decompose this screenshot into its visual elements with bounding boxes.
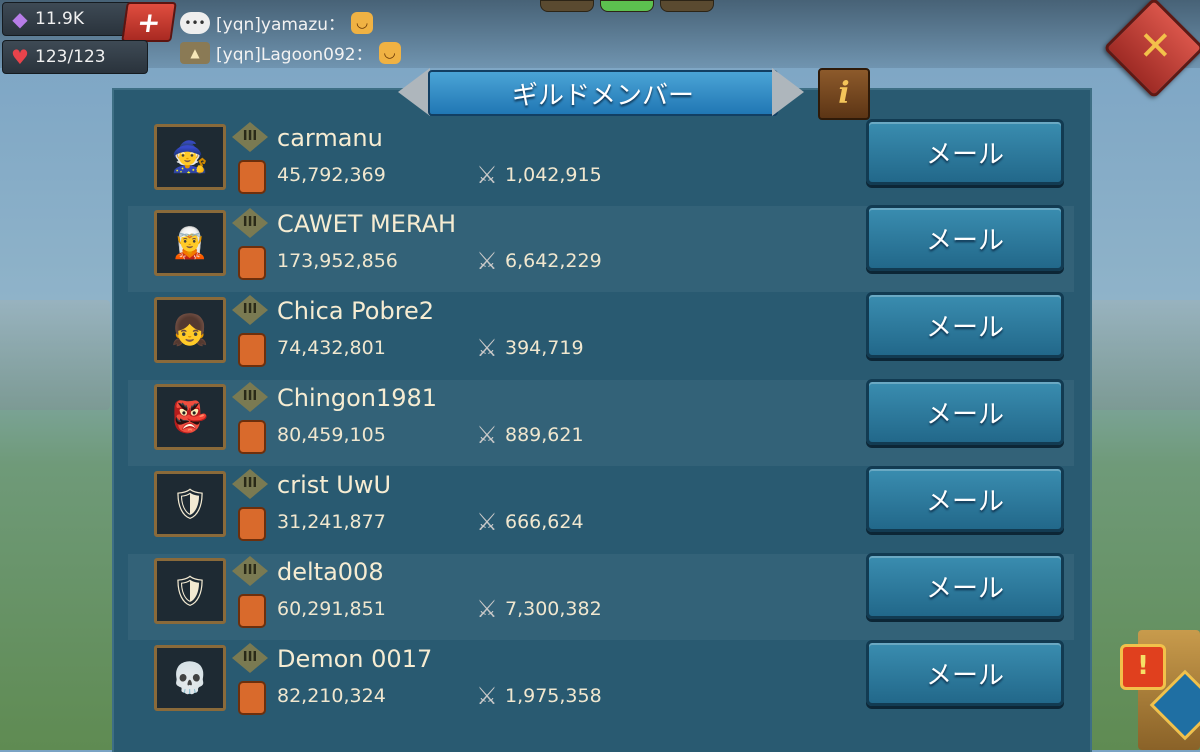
member-name: Chica Pobre2 [277, 297, 435, 325]
fist-icon [238, 594, 266, 628]
member-kills: 889,621 [505, 424, 584, 446]
avatar[interactable]: 🛡 [154, 471, 226, 537]
chat-text-2: [yqn]Lagoon092： [216, 45, 373, 65]
page-dot-active [600, 0, 654, 12]
mail-button[interactable]: メール [866, 466, 1064, 532]
crossed-swords-icon: ⚔ [476, 682, 498, 710]
gems-counter[interactable]: ◆ 11.9K [2, 2, 142, 36]
member-kills: 6,642,229 [505, 250, 602, 272]
chat-text-1: [yqn]yamazu： [216, 15, 346, 35]
info-button[interactable]: i [818, 68, 870, 120]
member-kills: 1,975,358 [505, 685, 602, 707]
member-power: 74,432,801 [277, 337, 386, 359]
member-power: 173,952,856 [277, 250, 398, 272]
alert-icon: ! [1120, 644, 1166, 690]
mail-button[interactable]: メール [866, 119, 1064, 185]
crossed-swords-icon: ⚔ [476, 334, 498, 362]
crossed-swords-icon: ⚔ [476, 421, 498, 449]
background-ruin-right [1090, 300, 1200, 410]
crossed-swords-icon: ⚔ [476, 161, 498, 189]
member-name: CAWET MERAH [277, 210, 457, 238]
member-power: 80,459,105 [277, 424, 386, 446]
fist-icon [238, 333, 266, 367]
member-row[interactable]: 🛡 III ⚔ delta008 60,291,851 7,300,382 メー… [128, 553, 1074, 640]
crossed-swords-icon: ⚔ [476, 247, 498, 275]
speech-bubble-icon: ••• [180, 11, 210, 34]
member-kills: 1,042,915 [505, 164, 602, 186]
rank-icon: III [232, 469, 268, 499]
guild-badge-icon: ▲ [180, 41, 210, 64]
rank-icon: III [232, 295, 268, 325]
member-kills: 7,300,382 [505, 598, 602, 620]
avatar[interactable]: 👺 [154, 384, 226, 450]
mail-button[interactable]: メール [866, 205, 1064, 271]
background-ruin-left [0, 300, 110, 410]
stamina-value: 123/123 [35, 47, 106, 67]
member-row[interactable]: 👧 III ⚔ Chica Pobre2 74,432,801 394,719 … [128, 292, 1074, 379]
chat-message-2[interactable]: ▲ [yqn]Lagoon092： ◡ [180, 40, 401, 65]
member-power: 31,241,877 [277, 511, 386, 533]
emoji-icon: ◡ [378, 41, 401, 64]
avatar[interactable]: 🧝 [154, 210, 226, 276]
stamina-counter[interactable]: ♥ 123/123 [2, 40, 148, 74]
gem-icon: ◆ [12, 7, 28, 31]
member-name: Demon 0017 [277, 645, 433, 673]
page-indicator [540, 0, 714, 12]
add-gems-button[interactable]: + [121, 2, 177, 42]
avatar[interactable]: 💀 [154, 645, 226, 711]
page-dot [540, 0, 594, 12]
member-list-panel[interactable]: 🧙 III ⚔ carmanu 45,792,369 1,042,915 メール… [112, 88, 1092, 752]
fist-icon [238, 246, 266, 280]
rank-icon: III [232, 643, 268, 673]
member-name: Chingon1981 [277, 384, 438, 412]
rank-icon: III [232, 556, 268, 586]
fist-icon [238, 420, 266, 454]
avatar[interactable]: 👧 [154, 297, 226, 363]
member-power: 45,792,369 [277, 164, 386, 186]
emoji-icon: ◡ [351, 11, 374, 34]
mail-button[interactable]: メール [866, 553, 1064, 619]
avatar[interactable]: 🛡 [154, 558, 226, 624]
page-dot [660, 0, 714, 12]
mail-button[interactable]: メール [866, 379, 1064, 445]
crossed-swords-icon: ⚔ [476, 595, 498, 623]
member-row[interactable]: 🧝 III ⚔ CAWET MERAH 173,952,856 6,642,22… [128, 205, 1074, 292]
member-kills: 394,719 [505, 337, 584, 359]
prev-arrow-icon[interactable] [398, 68, 430, 116]
member-row[interactable]: 🛡 III ⚔ crist UwU 31,241,877 666,624 メール [128, 466, 1074, 553]
mail-button[interactable]: メール [866, 292, 1064, 358]
member-power: 82,210,324 [277, 685, 386, 707]
fist-icon [238, 681, 266, 715]
member-power: 60,291,851 [277, 598, 386, 620]
heart-icon: ♥ [11, 45, 29, 69]
member-row[interactable]: 💀 III ⚔ Demon 0017 82,210,324 1,975,358 … [128, 640, 1074, 727]
rank-icon: III [232, 122, 268, 152]
member-row[interactable]: 🧙 III ⚔ carmanu 45,792,369 1,042,915 メール [128, 119, 1074, 206]
avatar[interactable]: 🧙 [154, 124, 226, 190]
guild-fortress-shortcut[interactable]: ! [1108, 630, 1200, 750]
fist-icon [238, 160, 266, 194]
rank-icon: III [232, 382, 268, 412]
rank-icon: III [232, 208, 268, 238]
member-name: crist UwU [277, 471, 392, 499]
chat-message-1[interactable]: ••• [yqn]yamazu： ◡ [180, 10, 374, 35]
close-icon: ✕ [1138, 23, 1173, 70]
member-kills: 666,624 [505, 511, 584, 533]
page-title: ギルドメンバー [428, 70, 778, 116]
next-arrow-icon[interactable] [772, 68, 804, 116]
crossed-swords-icon: ⚔ [476, 508, 498, 536]
member-name: carmanu [277, 124, 383, 152]
gems-value: 11.9K [35, 9, 84, 29]
member-row[interactable]: 👺 III ⚔ Chingon1981 80,459,105 889,621 メ… [128, 379, 1074, 466]
mail-button[interactable]: メール [866, 640, 1064, 706]
fist-icon [238, 507, 266, 541]
member-name: delta008 [277, 558, 384, 586]
